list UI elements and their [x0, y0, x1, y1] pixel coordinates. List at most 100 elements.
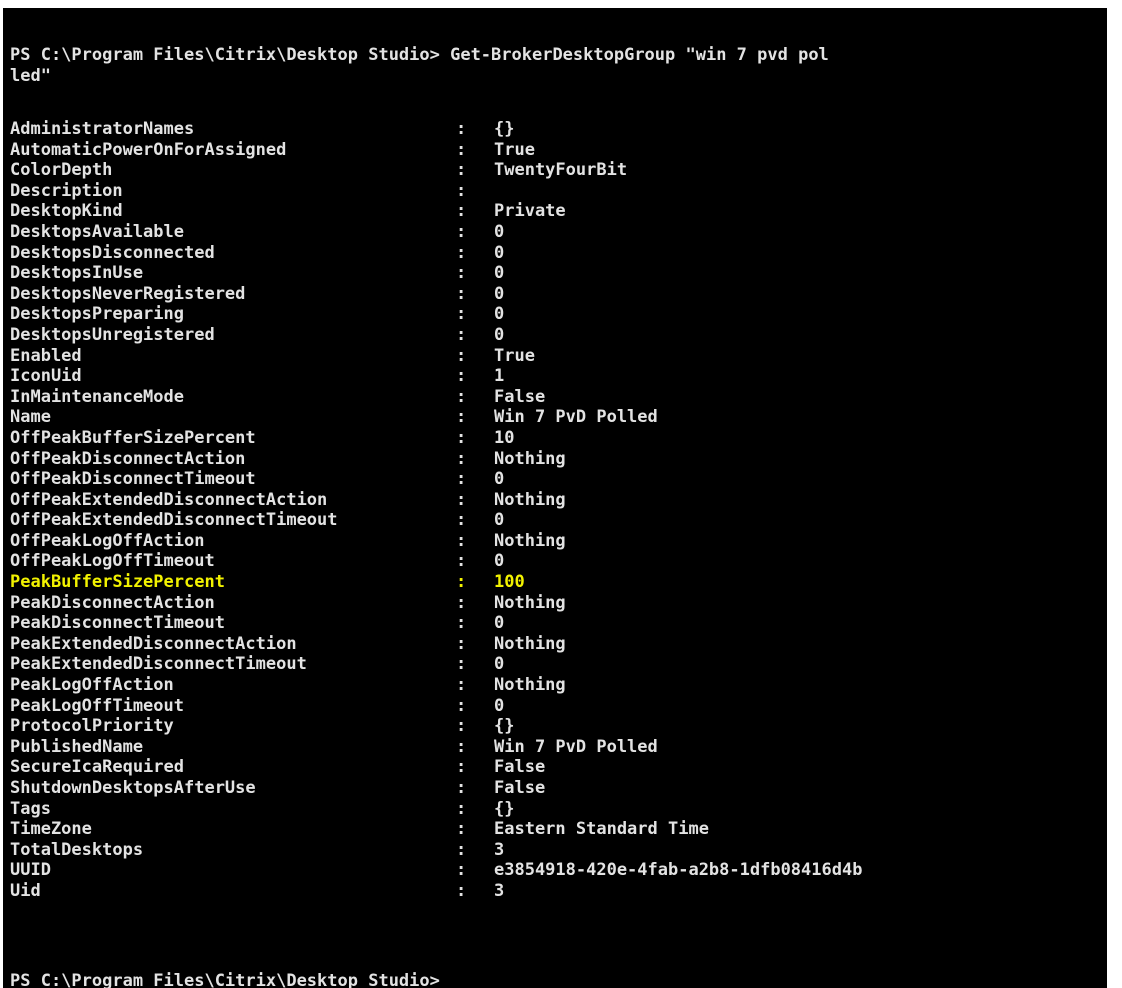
property-separator: :	[456, 572, 467, 593]
property-value: {}	[494, 716, 515, 737]
property-value: 100	[494, 572, 525, 593]
property-value: 3	[494, 880, 505, 901]
property-value: 0	[494, 283, 505, 304]
property-separator: :	[456, 654, 467, 675]
property-name: SecureIcaRequired	[10, 757, 184, 778]
command-line: PS C:\Program Files\Citrix\Desktop Studi…	[10, 45, 829, 86]
property-value: 0	[494, 324, 505, 345]
property-separator: :	[456, 242, 467, 263]
property-separator: :	[456, 469, 467, 490]
property-name: PeakLogOffAction	[10, 675, 174, 696]
property-name: PeakDisconnectAction	[10, 592, 215, 613]
property-name: DesktopKind	[10, 201, 123, 222]
property-separator: :	[456, 160, 467, 181]
property-value: 1	[494, 366, 505, 387]
property-name: Enabled	[10, 345, 82, 366]
property-separator: :	[456, 880, 467, 901]
property-value: 0	[494, 510, 505, 531]
property-separator: :	[456, 345, 467, 366]
property-value: {}	[494, 798, 515, 819]
property-separator: :	[456, 839, 467, 860]
property-separator: :	[456, 304, 467, 325]
property-separator: :	[456, 221, 467, 242]
property-value: 0	[494, 242, 505, 263]
property-name: Description	[10, 180, 123, 201]
command-line-part-2: led"	[10, 65, 51, 86]
property-separator: :	[456, 427, 467, 448]
property-name: DesktopsInUse	[10, 263, 144, 284]
property-separator: :	[456, 551, 467, 572]
property-name: Name	[10, 407, 51, 428]
property-value: 0	[494, 654, 505, 675]
final-prompt[interactable]: PS C:\Program Files\Citrix\Desktop Studi…	[10, 971, 440, 988]
property-name: DesktopsDisconnected	[10, 242, 215, 263]
property-value: Nothing	[494, 675, 566, 696]
property-name: IconUid	[10, 366, 82, 387]
property-value: 0	[494, 304, 505, 325]
property-separator: :	[456, 592, 467, 613]
property-name: PeakDisconnectTimeout	[10, 613, 225, 634]
property-name: ColorDepth	[10, 160, 113, 181]
property-name: TotalDesktops	[10, 839, 144, 860]
powershell-console[interactable]: PS C:\Program Files\Citrix\Desktop Studi…	[3, 8, 1107, 988]
property-separator: :	[456, 757, 467, 778]
property-name: OffPeakDisconnectTimeout	[10, 469, 256, 490]
property-name: DesktopsUnregistered	[10, 324, 215, 345]
property-value: False	[494, 757, 546, 778]
property-separator: :	[456, 778, 467, 798]
property-separator: :	[456, 180, 467, 201]
property-name: UUID	[10, 860, 51, 881]
command-line-part-1: PS C:\Program Files\Citrix\Desktop Studi…	[10, 45, 829, 65]
property-name: OffPeakLogOffTimeout	[10, 551, 215, 572]
property-value: Nothing	[494, 530, 566, 551]
property-name: OffPeakBufferSizePercent	[10, 427, 256, 448]
property-name: OffPeakExtendedDisconnectAction	[10, 489, 328, 510]
property-name: PeakBufferSizePercent	[10, 572, 225, 593]
property-separator: :	[456, 819, 467, 840]
property-value: Eastern Standard Time	[494, 819, 709, 840]
property-separator: :	[456, 530, 467, 551]
property-separator: :	[456, 366, 467, 387]
property-value: 0	[494, 613, 505, 634]
property-separator: :	[456, 675, 467, 696]
property-name: AdministratorNames	[10, 119, 195, 139]
property-separator: :	[456, 695, 467, 716]
property-separator: :	[456, 448, 467, 469]
property-name: OffPeakDisconnectAction	[10, 448, 246, 469]
property-separator: :	[456, 633, 467, 654]
property-name: TimeZone	[10, 819, 92, 840]
property-name: PublishedName	[10, 736, 144, 757]
property-separator: :	[456, 716, 467, 737]
property-value: Nothing	[494, 592, 566, 613]
property-value: Win 7 PvD Polled	[494, 736, 658, 757]
property-value: 0	[494, 469, 505, 490]
property-value: Nothing	[494, 489, 566, 510]
property-name: InMaintenanceMode	[10, 386, 184, 407]
property-name: DesktopsPreparing	[10, 304, 184, 325]
property-value: 0	[494, 221, 505, 242]
property-name: DesktopsNeverRegistered	[10, 283, 246, 304]
property-separator: :	[456, 510, 467, 531]
property-value: TwentyFourBit	[494, 160, 628, 181]
property-name: Tags	[10, 798, 51, 819]
property-name: ShutdownDesktopsAfterUse	[10, 778, 256, 798]
property-separator: :	[456, 613, 467, 634]
property-separator: :	[456, 139, 467, 160]
property-separator: :	[456, 736, 467, 757]
property-name: PeakExtendedDisconnectAction	[10, 633, 297, 654]
property-name: OffPeakLogOffAction	[10, 530, 205, 551]
property-separator: :	[456, 860, 467, 881]
property-value: 0	[494, 263, 505, 284]
property-value: 3	[494, 839, 505, 860]
property-value: False	[494, 778, 546, 798]
property-value: {}	[494, 119, 515, 139]
property-separator: :	[456, 489, 467, 510]
property-value: e3854918-420e-4fab-a2b8-1dfb08416d4b	[494, 860, 863, 881]
property-separator: :	[456, 324, 467, 345]
property-name: AutomaticPowerOnForAssigned	[10, 139, 287, 160]
property-separator: :	[456, 798, 467, 819]
property-value: True	[494, 345, 535, 366]
property-value: 0	[494, 551, 505, 572]
property-value: Win 7 PvD Polled	[494, 407, 658, 428]
property-separator: :	[456, 263, 467, 284]
